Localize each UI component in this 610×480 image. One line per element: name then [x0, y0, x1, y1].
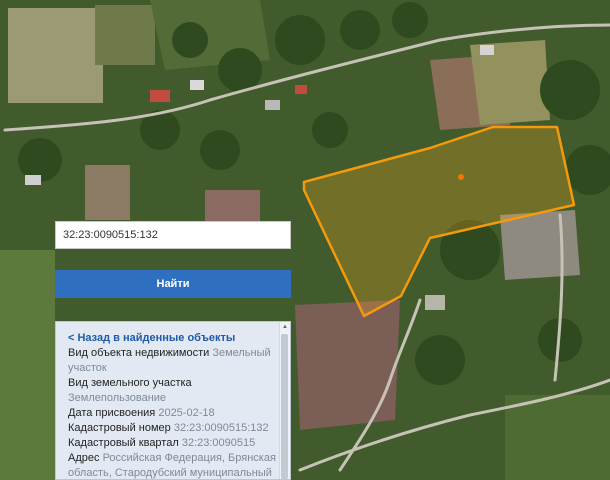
parcel-center-marker — [458, 174, 464, 180]
info-row-parcel-type: Вид земельного участка Землепользование — [68, 376, 278, 406]
info-value: 2025-02-18 — [158, 407, 215, 419]
info-label: Дата присвоения — [68, 407, 156, 419]
object-info-panel: < Назад в найденные объекты Вид объекта … — [55, 321, 291, 480]
scroll-thumb[interactable] — [281, 334, 288, 479]
field-top-left-2 — [95, 5, 155, 65]
info-value: Землепользование — [68, 392, 167, 404]
info-label: Кадастровый квартал — [68, 437, 179, 449]
field-bottom-right — [505, 395, 610, 480]
cadastral-search-input[interactable] — [55, 221, 291, 249]
field-right-bottom — [500, 210, 580, 280]
info-scrollbar[interactable]: ▲ — [279, 322, 290, 479]
info-label: Кадастровый номер — [68, 422, 171, 434]
info-value: 32:23:0090515:132 — [173, 422, 269, 434]
field-top-left — [8, 8, 103, 103]
info-value: Российская Федерация, Брянская область, … — [68, 452, 276, 479]
info-label: Вид объекта недвижимости — [68, 347, 210, 359]
info-value: 32:23:0090515 — [181, 437, 256, 449]
info-row-cadastral-quarter: Кадастровый квартал 32:23:0090515 — [68, 436, 278, 451]
field-left-mid — [85, 165, 130, 220]
info-label: Вид земельного участка — [68, 377, 192, 389]
info-row-assignment-date: Дата присвоения 2025-02-18 — [68, 406, 278, 421]
info-content: < Назад в найденные объекты Вид объекта … — [56, 322, 278, 479]
info-row-address: Адрес Российская Федерация, Брянская обл… — [68, 451, 278, 479]
search-button[interactable]: Найти — [55, 270, 291, 298]
info-row-cadastral-number: Кадастровый номер 32:23:0090515:132 — [68, 421, 278, 436]
info-label: Адрес — [68, 452, 100, 464]
field-bottom-left — [0, 250, 55, 480]
field-bottom-center — [295, 300, 400, 430]
scroll-up-arrow-icon[interactable]: ▲ — [280, 322, 290, 332]
info-row-object-type: Вид объекта недвижимости Земельный участ… — [68, 346, 278, 376]
field-left-mid-2 — [205, 190, 260, 225]
back-to-results-link[interactable]: < Назад в найденные объекты — [68, 332, 278, 344]
